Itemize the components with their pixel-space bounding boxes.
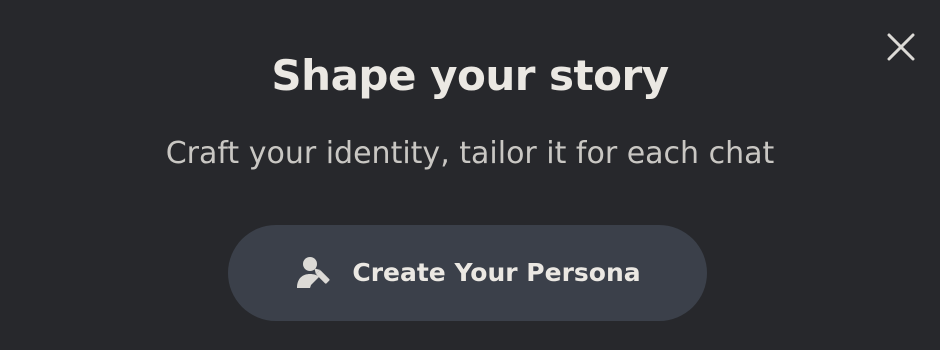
create-persona-label: Create Your Persona: [352, 258, 641, 287]
persona-dialog: Shape your story Craft your identity, ta…: [0, 0, 940, 350]
dialog-title: Shape your story: [271, 51, 669, 100]
user-edit-icon: [294, 253, 334, 293]
create-persona-button[interactable]: Create Your Persona: [228, 225, 707, 321]
dialog-subtitle: Craft your identity, tailor it for each …: [165, 136, 775, 171]
